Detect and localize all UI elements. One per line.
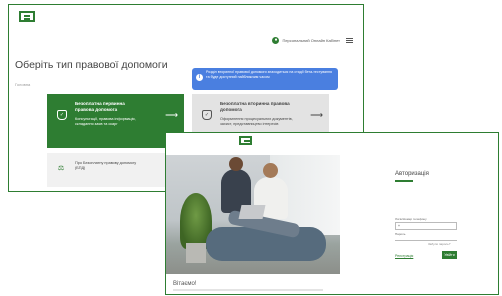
register-link[interactable]: Реєстрація — [395, 254, 413, 258]
logo-icon[interactable] — [239, 136, 252, 145]
arrow-right-icon: ⟶ — [310, 110, 323, 120]
login-label: Логін/Номер телефону — [395, 217, 427, 221]
user-icon: ● — [272, 37, 280, 44]
welcome-text-line — [173, 289, 323, 291]
info-icon: i — [196, 74, 203, 81]
card-title: Безоплатна вторинна правова допомога — [220, 101, 290, 112]
page-title: Оберіть тип правової допомоги — [15, 59, 168, 71]
hero-photo — [166, 155, 340, 274]
card-about-legal-aid[interactable]: ⚖ Про Безоплатну правову допомогу (БПД) — [47, 153, 184, 187]
auth-title: Авторизація — [395, 171, 429, 177]
forgot-password-link[interactable]: Забули пароль? — [428, 242, 450, 246]
info-text: Розділ вторинної правової допомоги знахо… — [206, 70, 332, 79]
personal-cabinet-link[interactable]: ● Персональний Онлайн Кабінет — [272, 37, 353, 44]
password-label: Пароль — [395, 232, 406, 236]
breadcrumb[interactable]: Головна — [15, 82, 30, 87]
welcome-heading: Вітаємо! — [173, 281, 197, 287]
login-button[interactable]: Увійти — [442, 251, 457, 259]
scales-icon: ⚖ — [57, 165, 65, 172]
shield-icon: ✓ — [57, 110, 67, 120]
login-field[interactable]: + — [395, 222, 457, 230]
logo-icon[interactable] — [19, 11, 35, 22]
login-screen: Вітаємо! Авторизація Логін/Номер телефон… — [165, 132, 499, 295]
card-title: Безоплатна первинна правова допомога — [75, 101, 125, 112]
title-underline — [395, 180, 413, 182]
card-title: Про Безоплатну правову допомогу (БПД) — [75, 161, 137, 170]
card-description: Оформлення процесуальних документів, зах… — [220, 117, 293, 126]
card-description: Консультації, правова інформація, склада… — [75, 117, 136, 126]
beta-info-banner: i Розділ вторинної правової допомоги зна… — [192, 68, 338, 90]
password-field[interactable] — [395, 237, 457, 241]
arrow-right-icon: ⟶ — [165, 110, 178, 120]
cabinet-label: Персональний Онлайн Кабінет — [282, 38, 340, 43]
menu-icon[interactable] — [346, 38, 353, 43]
shield-icon: ✓ — [202, 110, 212, 120]
card-primary-legal-aid[interactable]: ✓ Безоплатна первинна правова допомога К… — [47, 94, 184, 148]
